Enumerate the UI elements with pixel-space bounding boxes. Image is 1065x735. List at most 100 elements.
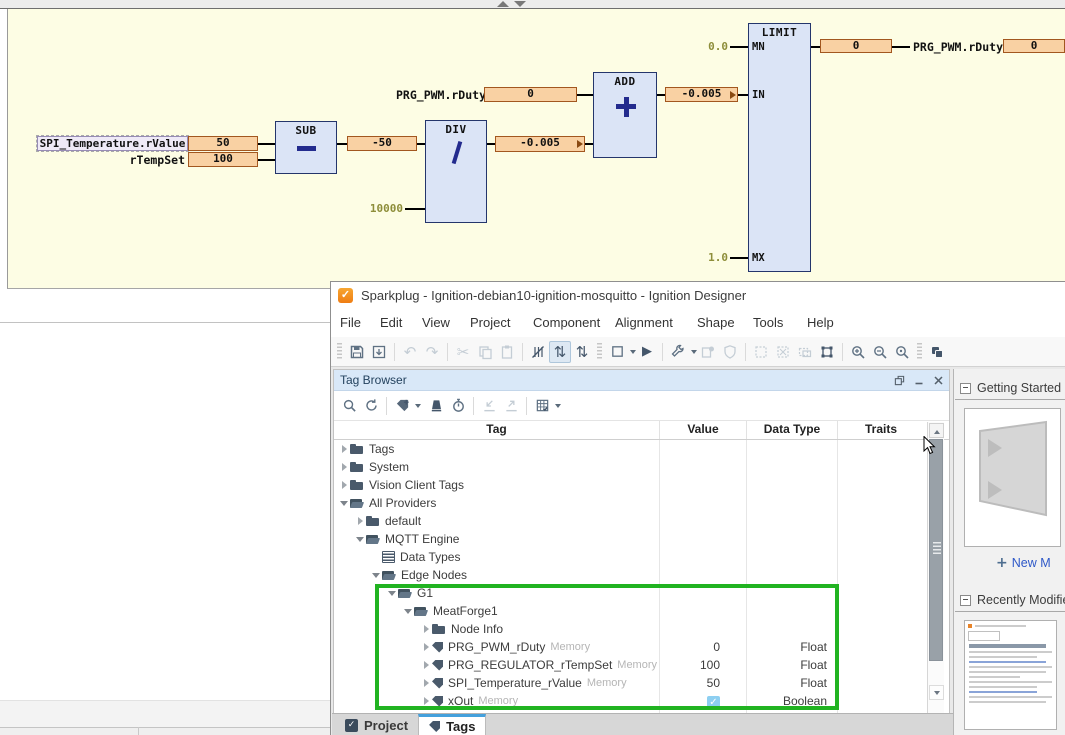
- splitter-down-icon[interactable]: [514, 1, 526, 7]
- recently-modified-thumbnail[interactable]: [964, 620, 1057, 730]
- menu-component[interactable]: Component: [533, 315, 600, 330]
- fbd-block-limit[interactable]: LIMIT MN IN MX: [748, 23, 811, 272]
- menu-file[interactable]: File: [340, 315, 361, 330]
- expand-selection-button[interactable]: [750, 341, 772, 363]
- search-icon[interactable]: [338, 395, 360, 417]
- tab-project[interactable]: ✓ Project: [335, 714, 418, 735]
- arrange-vertical-button[interactable]: ⇅: [549, 341, 571, 363]
- expander-icon[interactable]: [420, 641, 432, 653]
- expander-icon[interactable]: [420, 659, 432, 671]
- tab-tags[interactable]: Tags: [418, 714, 486, 735]
- expander-icon[interactable]: [354, 533, 366, 545]
- collapse-icon[interactable]: [960, 383, 971, 394]
- add-tag-caret-icon[interactable]: [415, 404, 421, 408]
- expander-icon[interactable]: [420, 623, 432, 635]
- expander-icon[interactable]: [354, 515, 366, 527]
- group-selection-button[interactable]: [794, 341, 816, 363]
- shape-tool-button[interactable]: [606, 341, 628, 363]
- export-tags-icon[interactable]: [500, 395, 522, 417]
- new-window-link[interactable]: + New M: [996, 555, 1065, 571]
- splitter-up-icon[interactable]: [497, 1, 509, 7]
- tree-row-meatforge1[interactable]: MeatForge1: [334, 602, 949, 620]
- tree-row-tags[interactable]: Tags: [334, 440, 949, 458]
- save-button[interactable]: [346, 341, 368, 363]
- recently-modified-header[interactable]: Recently Modified: [960, 593, 1065, 607]
- tree-row-spi-temperature-rvalue[interactable]: SPI_Temperature_rValueMemory 50 Float: [334, 674, 949, 692]
- minimize-panel-icon[interactable]: [914, 375, 924, 386]
- menu-edit[interactable]: Edit: [380, 315, 402, 330]
- expander-icon[interactable]: [370, 569, 382, 581]
- splitter-bar[interactable]: [0, 0, 1065, 9]
- fbd-var-spi-temperature[interactable]: SPI_Temperature.rValue: [37, 136, 188, 151]
- tree-row-mqtt-engine[interactable]: MQTT Engine: [334, 530, 949, 548]
- table-options-caret-icon[interactable]: [555, 404, 561, 408]
- table-options-icon[interactable]: [531, 395, 553, 417]
- tree-row-all-providers[interactable]: All Providers: [334, 494, 949, 512]
- column-header-value[interactable]: Value: [660, 421, 746, 439]
- import-tags-icon[interactable]: [478, 395, 500, 417]
- column-header-traits[interactable]: Traits: [838, 421, 924, 439]
- expander-icon[interactable]: [386, 587, 398, 599]
- scrollbar-down-icon[interactable]: [929, 685, 944, 700]
- fbd-value-rtempset[interactable]: 100: [188, 152, 258, 167]
- collapse-icon[interactable]: [960, 595, 971, 606]
- arrange-vertical-alt-button[interactable]: ⇅: [571, 341, 593, 363]
- menu-help[interactable]: Help: [807, 315, 834, 330]
- grid-slash-button[interactable]: [527, 341, 549, 363]
- boolean-checkbox[interactable]: ✓: [707, 696, 720, 709]
- toolbar-grip[interactable]: [597, 343, 602, 360]
- fbd-value-pwm-out[interactable]: 0: [1003, 39, 1065, 53]
- fbd-value-pwm-in[interactable]: 0: [484, 87, 577, 102]
- fbd-value-add-out[interactable]: -0.005: [665, 87, 738, 102]
- undo-button[interactable]: ↶: [399, 341, 421, 363]
- timer-icon[interactable]: [447, 395, 469, 417]
- fbd-literal-10000[interactable]: 10000: [340, 202, 403, 215]
- add-tag-icon[interactable]: [391, 395, 413, 417]
- fbd-block-div[interactable]: DIV: [425, 120, 487, 223]
- expander-icon[interactable]: [338, 461, 350, 473]
- wrench-button[interactable]: [667, 341, 689, 363]
- zoom-in-button[interactable]: [847, 341, 869, 363]
- tree-row-system[interactable]: System: [334, 458, 949, 476]
- component-settings-button[interactable]: [697, 341, 719, 363]
- shield-button[interactable]: [719, 341, 741, 363]
- expander-icon[interactable]: [402, 605, 414, 617]
- shrink-selection-button[interactable]: [772, 341, 794, 363]
- fbd-value-div-out[interactable]: -0.005: [495, 136, 585, 152]
- cut-button[interactable]: ✂: [452, 341, 474, 363]
- paste-button[interactable]: [496, 341, 518, 363]
- zoom-reset-button[interactable]: [891, 341, 913, 363]
- close-panel-icon[interactable]: [933, 375, 944, 386]
- fbd-literal-min[interactable]: 0.0: [700, 40, 728, 53]
- menu-alignment[interactable]: Alignment: [615, 315, 673, 330]
- transform-button[interactable]: [816, 341, 838, 363]
- window-titlebar[interactable]: ✓ Sparkplug - Ignition-debian10-ignition…: [331, 282, 1065, 309]
- save-all-button[interactable]: [368, 341, 390, 363]
- fbd-var-rtempset[interactable]: rTempSet: [90, 153, 185, 167]
- fbd-var-pwm-in[interactable]: PRG_PWM.rDuty: [396, 88, 480, 102]
- zoom-out-button[interactable]: [869, 341, 891, 363]
- fbd-value-spi[interactable]: 50: [188, 136, 258, 151]
- tree-row-xout[interactable]: xOutMemory ✓ Boolean: [334, 692, 949, 710]
- menu-project[interactable]: Project: [470, 315, 510, 330]
- tree-row-vision-client-tags[interactable]: Vision Client Tags: [334, 476, 949, 494]
- copy-button[interactable]: [474, 341, 496, 363]
- menu-view[interactable]: View: [422, 315, 450, 330]
- menu-shape[interactable]: Shape: [697, 315, 735, 330]
- scrollbar-thumb[interactable]: [929, 439, 943, 661]
- expander-icon[interactable]: [420, 695, 432, 707]
- fbd-value-limit-out[interactable]: 0: [820, 39, 892, 53]
- fbd-var-pwm-out[interactable]: PRG_PWM.rDuty: [913, 40, 1003, 54]
- tag-browser-titlebar[interactable]: Tag Browser: [334, 370, 949, 391]
- tree-scrollbar[interactable]: [927, 422, 944, 713]
- tree-row-data-types[interactable]: Data Types: [334, 548, 949, 566]
- tree-row-node-info[interactable]: Node Info: [334, 620, 949, 638]
- redo-button[interactable]: ↷: [421, 341, 443, 363]
- expander-icon[interactable]: [420, 677, 432, 689]
- fbd-value-sub-out[interactable]: -50: [347, 136, 417, 151]
- float-panel-icon[interactable]: [894, 375, 905, 386]
- expander-icon[interactable]: [338, 443, 350, 455]
- expander-icon[interactable]: [338, 497, 350, 509]
- fbd-literal-max[interactable]: 1.0: [700, 251, 728, 264]
- getting-started-header[interactable]: Getting Started: [960, 381, 1065, 395]
